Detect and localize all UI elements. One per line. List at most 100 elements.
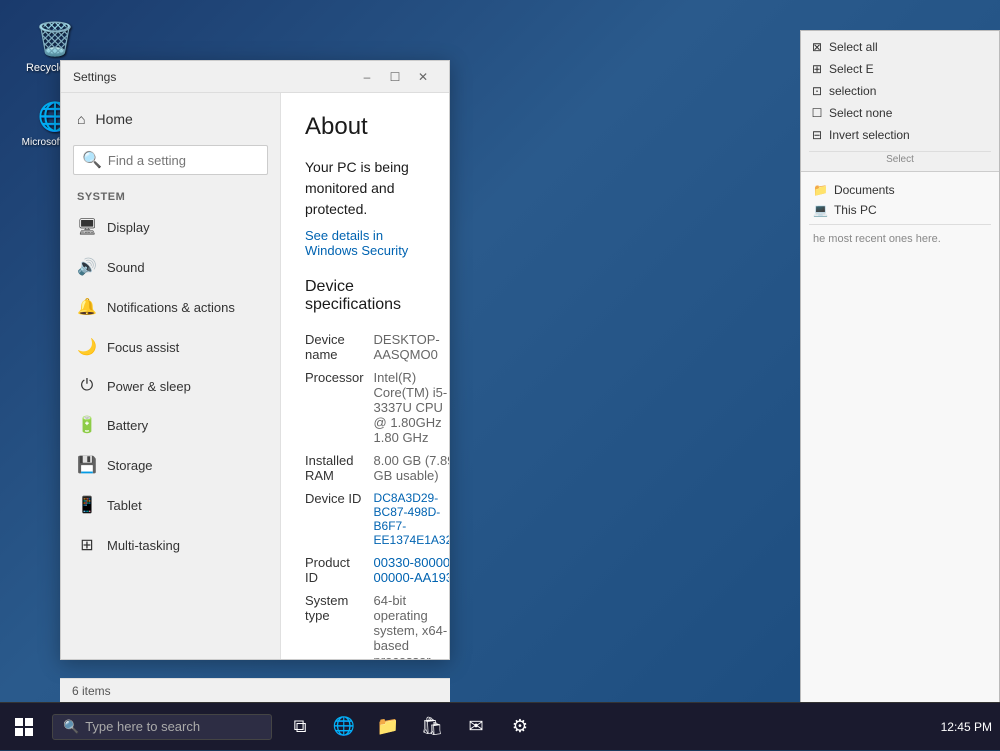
nav-sound[interactable]: 🔊 Sound bbox=[61, 247, 280, 287]
maximize-button[interactable]: ☐ bbox=[381, 63, 409, 91]
sound-icon: 🔊 bbox=[77, 257, 97, 277]
settings-search-box[interactable]: 🔍 bbox=[73, 145, 268, 175]
device-name-label: Device name bbox=[305, 328, 374, 366]
system-type-label: System type bbox=[305, 589, 374, 659]
nav-power-sleep[interactable]: ⏻ Power & sleep bbox=[61, 367, 280, 405]
power-icon: ⏻ bbox=[77, 377, 97, 395]
product-id-row: Product ID 00330-80000-00000-AA193 bbox=[305, 551, 449, 589]
minimize-button[interactable]: – bbox=[353, 63, 381, 91]
processor-label: Processor bbox=[305, 366, 374, 449]
product-id-value: 00330-80000-00000-AA193 bbox=[374, 551, 449, 589]
taskbar-search-box[interactable]: 🔍 Type here to search bbox=[52, 714, 272, 740]
select-none-label: Select none bbox=[829, 106, 892, 120]
device-specs-title: Device specifications bbox=[305, 278, 425, 314]
taskbar-right: 12:45 PM bbox=[941, 720, 1000, 734]
about-title: About bbox=[305, 113, 425, 141]
notifications-icon: 🔔 bbox=[77, 297, 97, 317]
windows-logo-icon bbox=[15, 718, 33, 736]
multitasking-icon: ⊞ bbox=[77, 535, 97, 555]
settings-taskbar-icon[interactable]: ⚙ bbox=[500, 707, 540, 747]
settings-title: Settings bbox=[73, 70, 353, 84]
taskbar-icons: ⧉ 🌐 📁 🛍 ✉ ⚙ bbox=[280, 707, 540, 747]
start-button[interactable] bbox=[0, 703, 48, 751]
settings-body: ⌂ Home 🔍 System 🖥 Display 🔊 Sound bbox=[61, 93, 449, 659]
documents-item[interactable]: 📁 Documents bbox=[809, 180, 991, 200]
select-none-icon: ☐ bbox=[809, 105, 825, 121]
about-panel: About Your PC is being monitored and pro… bbox=[281, 93, 449, 659]
items-count: 6 items bbox=[72, 684, 111, 698]
selection-label: selection bbox=[829, 84, 876, 98]
storage-icon: 💾 bbox=[77, 455, 97, 475]
recent-msg: he most recent ones here. bbox=[809, 229, 991, 249]
display-label: Display bbox=[107, 220, 150, 235]
specs-table: Device name DESKTOP-AASQMO0 Processor In… bbox=[305, 328, 449, 659]
search-icon: 🔍 bbox=[82, 150, 102, 170]
file-explorer-window: ⊠ Select all ⊞ Select E ⊡ selection ☐ Se… bbox=[800, 30, 1000, 710]
ribbon-select-all[interactable]: ⊠ Select all bbox=[809, 37, 991, 57]
store-taskbar-icon[interactable]: 🛍 bbox=[412, 707, 452, 747]
desktop: 🗑️ Recycle Bin 🌐 Microsoft Edge ⊠ Select… bbox=[0, 0, 1000, 750]
select-group-title: Select bbox=[809, 151, 991, 165]
taskbar: 🔍 Type here to search ⧉ 🌐 📁 🛍 ✉ ⚙ 12:45 … bbox=[0, 702, 1000, 750]
device-name-row: Device name DESKTOP-AASQMO0 bbox=[305, 328, 449, 366]
nav-tablet[interactable]: 📱 Tablet bbox=[61, 485, 280, 525]
select-all-label: Select all bbox=[829, 40, 878, 54]
processor-row: Processor Intel(R) Core(TM) i5-3337U CPU… bbox=[305, 366, 449, 449]
device-name-value: DESKTOP-AASQMO0 bbox=[374, 328, 449, 366]
nav-battery[interactable]: 🔋 Battery bbox=[61, 405, 280, 445]
close-button[interactable]: ✕ bbox=[409, 63, 437, 91]
storage-label: Storage bbox=[107, 458, 153, 473]
multitasking-label: Multi-tasking bbox=[107, 538, 180, 553]
focus-label: Focus assist bbox=[107, 340, 179, 355]
taskbar-search-icon: 🔍 bbox=[63, 719, 79, 735]
explorer-content: 📁 Documents 💻 This PC he most recent one… bbox=[801, 172, 999, 257]
home-icon: ⌂ bbox=[77, 111, 85, 127]
selection-icon: ⊡ bbox=[809, 83, 825, 99]
security-notice: Your PC is being monitored and protected… bbox=[305, 157, 425, 220]
select-all-icon: ⊠ bbox=[809, 39, 825, 55]
home-nav-item[interactable]: ⌂ Home bbox=[61, 101, 280, 137]
focus-icon: 🌙 bbox=[77, 337, 97, 357]
select-e-label: Select E bbox=[829, 62, 874, 76]
recycle-bin-img: 🗑️ bbox=[35, 20, 75, 58]
system-section-title: System bbox=[61, 183, 280, 207]
edge-taskbar-icon[interactable]: 🌐 bbox=[324, 707, 364, 747]
mail-taskbar-icon[interactable]: ✉ bbox=[456, 707, 496, 747]
nav-display[interactable]: 🖥 Display bbox=[61, 207, 280, 247]
notifications-label: Notifications & actions bbox=[107, 300, 235, 315]
ram-row: Installed RAM 8.00 GB (7.89 GB usable) bbox=[305, 449, 449, 487]
file-explorer-taskbar-icon[interactable]: 📁 bbox=[368, 707, 408, 747]
task-view-button[interactable]: ⧉ bbox=[280, 707, 320, 747]
nav-storage[interactable]: 💾 Storage bbox=[61, 445, 280, 485]
ribbon-invert-selection[interactable]: ⊟ Invert selection bbox=[809, 125, 991, 145]
security-link[interactable]: See details in Windows Security bbox=[305, 228, 425, 258]
settings-titlebar: Settings – ☐ ✕ bbox=[61, 61, 449, 93]
this-pc-label: This PC bbox=[834, 203, 877, 217]
taskbar-search-text: Type here to search bbox=[85, 719, 200, 734]
display-icon: 🖥 bbox=[77, 217, 97, 237]
ribbon-selection[interactable]: ⊡ selection bbox=[809, 81, 991, 101]
this-pc-item[interactable]: 💻 This PC bbox=[809, 200, 991, 220]
ribbon-select-group: ⊠ Select all ⊞ Select E ⊡ selection ☐ Se… bbox=[809, 37, 991, 165]
settings-search-input[interactable] bbox=[108, 153, 259, 168]
device-id-label: Device ID bbox=[305, 487, 374, 551]
select-e-icon: ⊞ bbox=[809, 61, 825, 77]
device-id-value: DC8A3D29-BC87-498D-B6F7-EE1374E1A325 bbox=[374, 487, 449, 551]
ribbon-select-e[interactable]: ⊞ Select E bbox=[809, 59, 991, 79]
device-id-row: Device ID DC8A3D29-BC87-498D-B6F7-EE1374… bbox=[305, 487, 449, 551]
documents-icon: 📁 bbox=[813, 183, 828, 197]
nav-notifications[interactable]: 🔔 Notifications & actions bbox=[61, 287, 280, 327]
invert-selection-label: Invert selection bbox=[829, 128, 910, 142]
tablet-label: Tablet bbox=[107, 498, 142, 513]
window-controls: – ☐ ✕ bbox=[353, 63, 437, 91]
nav-multitasking[interactable]: ⊞ Multi-tasking bbox=[61, 525, 280, 565]
ram-label: Installed RAM bbox=[305, 449, 374, 487]
battery-icon: 🔋 bbox=[77, 415, 97, 435]
nav-focus-assist[interactable]: 🌙 Focus assist bbox=[61, 327, 280, 367]
system-type-row: System type 64-bit operating system, x64… bbox=[305, 589, 449, 659]
ribbon-area: ⊠ Select all ⊞ Select E ⊡ selection ☐ Se… bbox=[801, 31, 999, 172]
this-pc-icon: 💻 bbox=[813, 203, 828, 217]
tablet-icon: 📱 bbox=[77, 495, 97, 515]
ribbon-select-none[interactable]: ☐ Select none bbox=[809, 103, 991, 123]
sound-label: Sound bbox=[107, 260, 145, 275]
